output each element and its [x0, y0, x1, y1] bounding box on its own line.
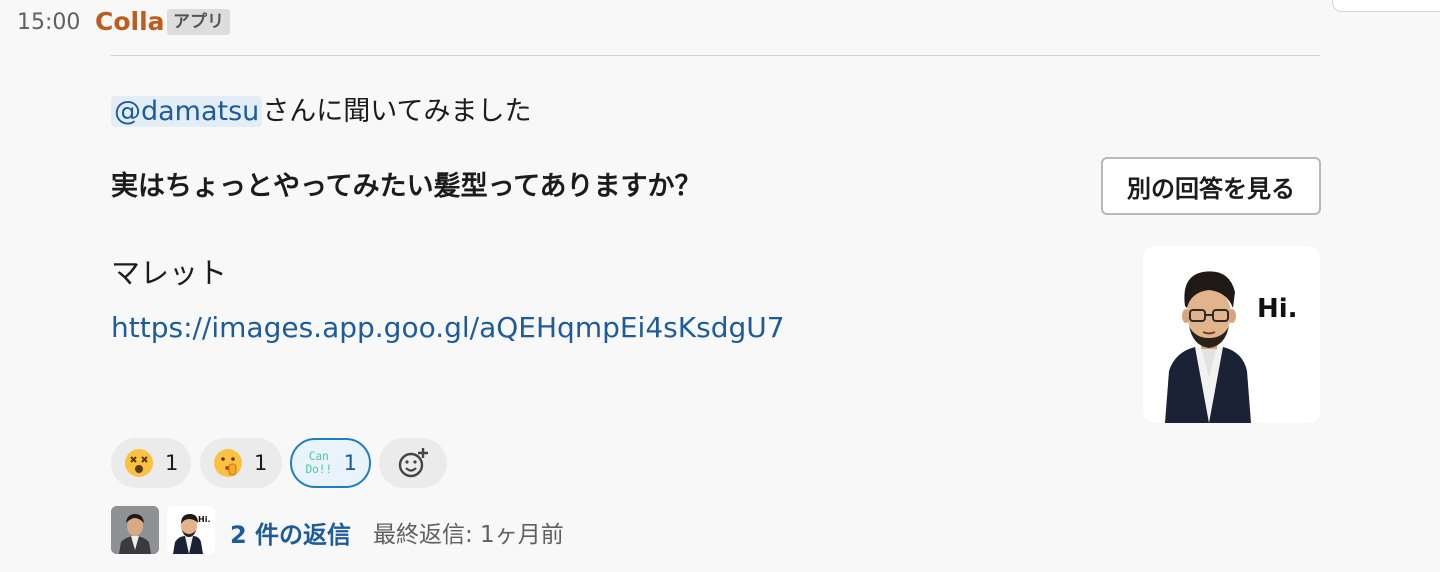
avatar-thumbnail[interactable]: Hi.: [1143, 246, 1320, 423]
reaction-can-do[interactable]: Can Do!! 1: [290, 438, 371, 488]
reaction-shushing-face[interactable]: 1: [200, 438, 282, 488]
question-text: 実はちょっとやってみたい髪型ってありますか？: [111, 171, 702, 202]
can-do-sticker-top: Can: [309, 450, 329, 463]
mention-line: @damatsu さんに聞いてみました: [111, 93, 532, 131]
reaction-dizzy-face[interactable]: 1: [111, 438, 191, 488]
message-timestamp[interactable]: 15:00: [17, 10, 80, 35]
answer-text: マレット: [111, 256, 228, 290]
reply-avatar-photo[interactable]: [111, 506, 159, 554]
avatar-hi-text: Hi.: [198, 515, 211, 524]
alternate-answer-button[interactable]: 別の回答を見る: [1101, 157, 1321, 215]
dizzy-face-icon: [125, 449, 153, 477]
thumbnail-hi-text: Hi.: [1257, 294, 1298, 324]
app-badge: アプリ: [167, 9, 230, 35]
shushing-face-icon: [214, 449, 242, 477]
thread-reply-count[interactable]: 2 件の返信: [230, 515, 351, 550]
bitmoji-avatar-icon: [167, 506, 215, 554]
reaction-count: 1: [343, 451, 357, 475]
divider: [111, 55, 1320, 56]
user-mention[interactable]: @damatsu: [111, 96, 263, 127]
mention-suffix: さんに聞いてみました: [262, 96, 532, 127]
person-photo-icon: [111, 506, 159, 554]
reaction-count: 1: [254, 451, 268, 475]
bitmoji-avatar-icon: [1165, 271, 1251, 423]
last-reply-time: 最終返信: 1ヶ月前: [373, 522, 564, 548]
sender-name[interactable]: Colla: [95, 7, 165, 36]
top-card-edge: [1332, 0, 1440, 12]
answer-link[interactable]: https://images.app.goo.gl/aQEHqmpEi4sKsd…: [111, 311, 785, 344]
add-reaction-button[interactable]: [379, 438, 447, 488]
can-do-sticker-icon: Can Do!!: [305, 450, 332, 476]
reply-avatar-bitmoji[interactable]: Hi.: [167, 506, 215, 554]
can-do-sticker-bottom: Do!!: [305, 463, 332, 476]
reaction-count: 1: [165, 451, 179, 475]
add-emoji-icon: [398, 448, 428, 478]
